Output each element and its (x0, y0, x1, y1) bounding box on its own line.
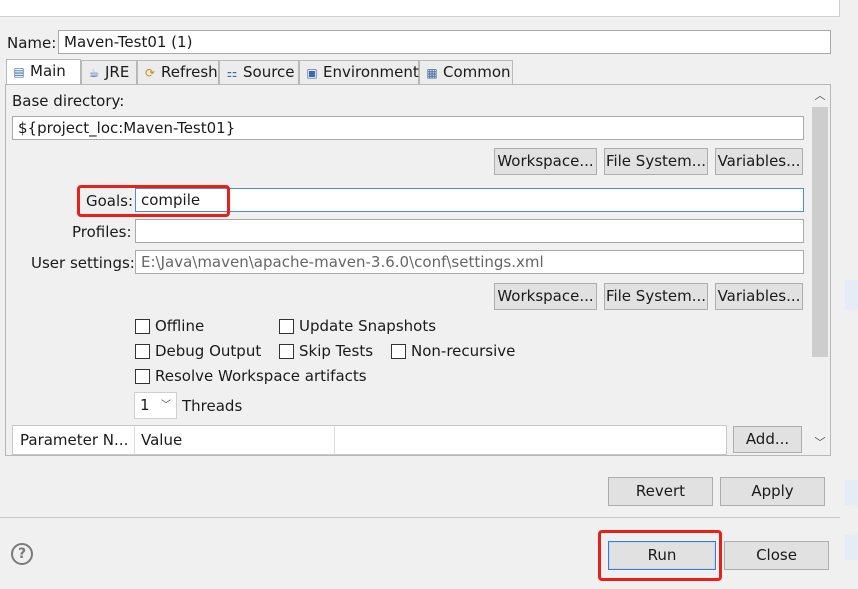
threads-label: Threads (182, 397, 243, 415)
scroll-up-icon[interactable]: ︿ (810, 87, 830, 105)
tab-common[interactable]: ▦ Common (419, 60, 513, 84)
revert-button[interactable]: Revert (608, 477, 713, 506)
tab-environment[interactable]: ▣ Environment (299, 60, 419, 84)
non-recursive-checkbox[interactable]: Non-recursive (391, 342, 515, 360)
tab-refresh[interactable]: ⟳ Refresh (137, 60, 219, 84)
profiles-label: Profiles: (72, 223, 132, 241)
scroll-down-icon[interactable]: ﹀ (810, 434, 830, 452)
user-settings-field[interactable]: E:\Java\maven\apache-maven-3.6.0\conf\se… (135, 250, 804, 274)
apply-button[interactable]: Apply (720, 477, 825, 506)
source-icon: ⚏ (226, 66, 238, 80)
jre-icon: ☕ (88, 66, 100, 80)
column-header-value[interactable]: Value (134, 426, 334, 454)
run-highlight-box (598, 530, 722, 581)
goals-highlight-box (77, 185, 230, 217)
close-button[interactable]: Close (724, 541, 829, 570)
checkbox-box[interactable] (391, 343, 406, 359)
parameter-table[interactable]: Parameter N... Value (12, 425, 727, 455)
add-parameter-button[interactable]: Add... (733, 426, 802, 453)
checkbox-box[interactable] (135, 318, 150, 334)
base-directory-label: Base directory: (12, 92, 125, 110)
variables-button[interactable]: Variables... (715, 283, 803, 310)
background-edge (845, 535, 858, 560)
environment-icon: ▣ (306, 66, 318, 80)
goals-field[interactable]: compile (135, 188, 804, 212)
common-icon: ▦ (426, 66, 438, 80)
offline-checkbox[interactable]: Offline (135, 317, 204, 335)
checkbox-box[interactable] (135, 368, 150, 384)
threads-combo[interactable]: 1 ﹀ (134, 392, 177, 419)
footer-divider (0, 517, 840, 518)
base-directory-field[interactable]: ${project_loc:Maven-Test01} (12, 116, 804, 140)
scrollbar-thumb[interactable] (812, 107, 828, 357)
chevron-down-icon: ﹀ (161, 400, 171, 411)
main-tab-icon: ▤ (13, 65, 25, 79)
help-icon[interactable]: ? (11, 543, 33, 565)
column-header-parameter-name[interactable]: Parameter N... (13, 426, 134, 454)
checkbox-box[interactable] (279, 318, 294, 334)
workspace-button[interactable]: Workspace... (494, 148, 597, 175)
background-edge (845, 480, 858, 505)
profiles-field[interactable] (135, 219, 804, 243)
update-snapshots-checkbox[interactable]: Update Snapshots (279, 317, 436, 335)
name-label: Name: (7, 34, 57, 52)
file-system-button[interactable]: File System... (604, 283, 708, 310)
resolve-workspace-checkbox[interactable]: Resolve Workspace artifacts (135, 367, 367, 385)
refresh-icon: ⟳ (144, 66, 156, 80)
user-settings-label: User settings: (31, 254, 135, 272)
name-field[interactable]: Maven-Test01 (1) (58, 30, 831, 54)
file-system-button[interactable]: File System... (604, 148, 708, 175)
workspace-button[interactable]: Workspace... (494, 283, 597, 310)
window-top-strip (0, 0, 840, 17)
variables-button[interactable]: Variables... (715, 148, 803, 175)
tab-main[interactable]: ▤ Main (6, 59, 81, 85)
panel-scrollbar[interactable]: ︿ ﹀ (810, 85, 830, 455)
checkbox-box[interactable] (135, 343, 150, 359)
tab-source[interactable]: ⚏ Source (219, 60, 299, 84)
debug-output-checkbox[interactable]: Debug Output (135, 342, 261, 360)
column-divider (334, 426, 335, 454)
skip-tests-checkbox[interactable]: Skip Tests (279, 342, 373, 360)
background-edge (845, 280, 858, 310)
tab-jre[interactable]: ☕ JRE (81, 60, 137, 84)
checkbox-box[interactable] (279, 343, 294, 359)
